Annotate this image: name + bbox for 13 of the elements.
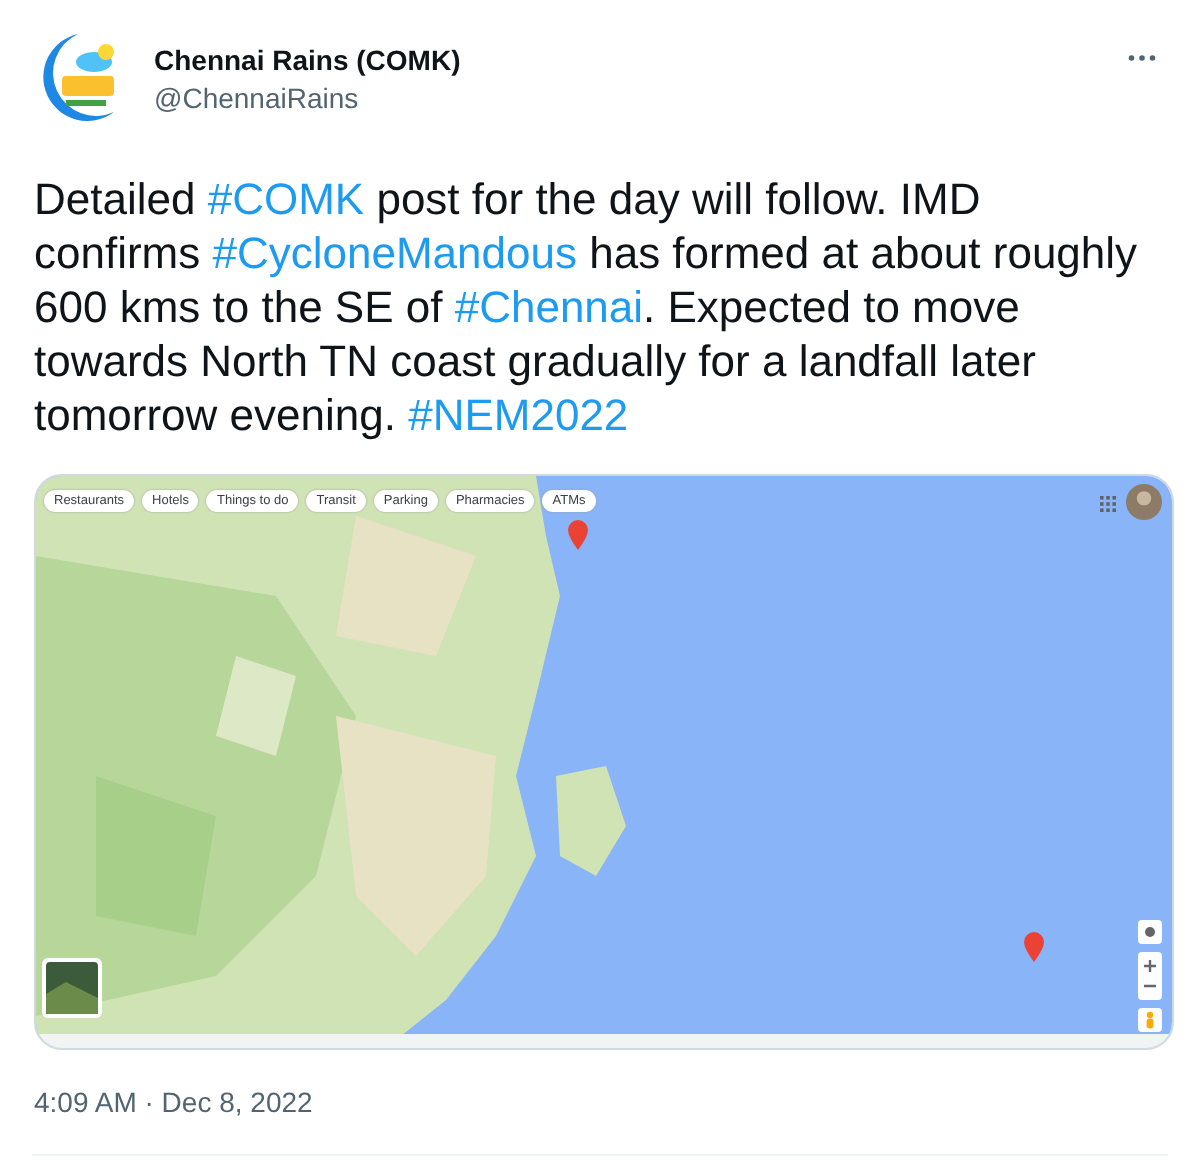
zoom-controls-icon[interactable]: [1138, 952, 1162, 1000]
map-pin-icon[interactable]: [1024, 932, 1044, 962]
tweet-text: Detailed #COMK post for the day will follow. IMD confirms #CycloneMandous has formed at about roughly 600 kms to the SE of #Chennai. Expected to move towards North TN coast gradually for a landfall later tomorrow evening. #NEM2022: [34, 172, 1140, 442]
author-name[interactable]: Chennai Rains (COMK): [154, 43, 461, 75]
more-icon[interactable]: [1128, 54, 1156, 62]
account-avatar-icon[interactable]: [1126, 484, 1162, 520]
pegman-icon[interactable]: [1138, 1008, 1162, 1032]
map-pin-icon[interactable]: [568, 520, 588, 550]
location-icon[interactable]: [1138, 920, 1162, 944]
apps-grid-icon[interactable]: [1100, 496, 1116, 512]
tweet-timestamp[interactable]: 4:09 AM · Dec 8, 2022: [34, 1086, 313, 1118]
layers-thumbnail-icon[interactable]: [42, 958, 102, 1018]
author-handle[interactable]: @ChennaiRains: [154, 81, 359, 113]
